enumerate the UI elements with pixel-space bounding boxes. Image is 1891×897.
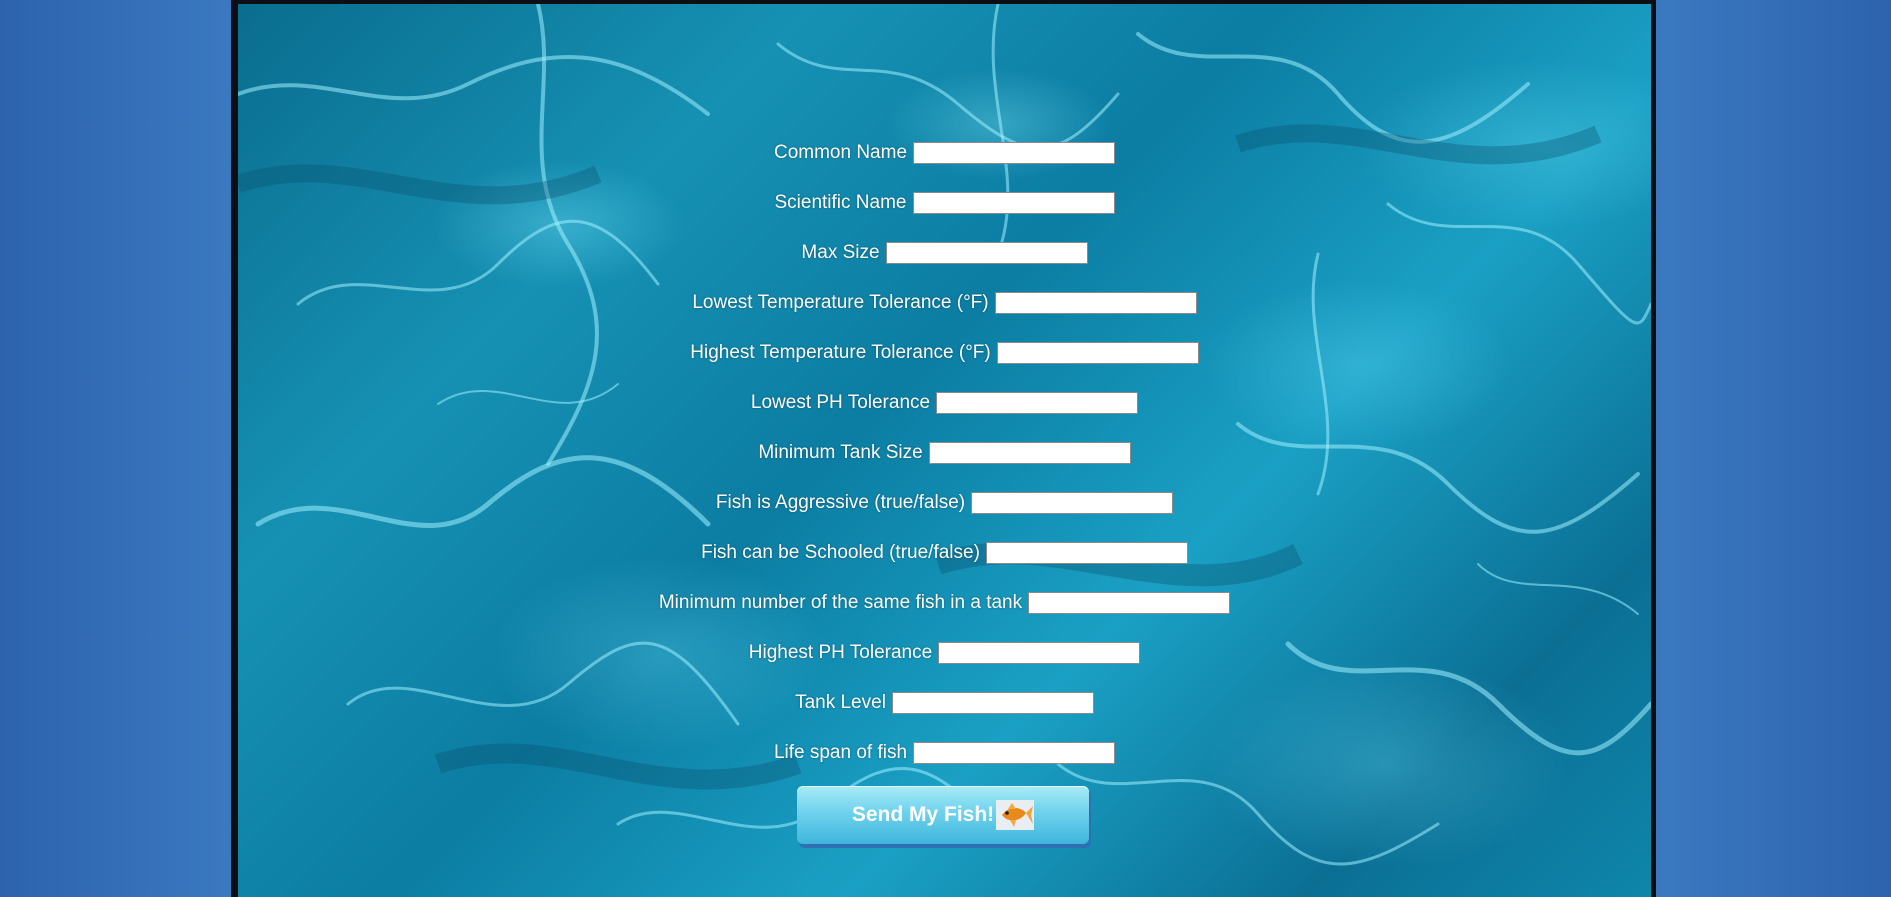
lowest-temperature-input[interactable] xyxy=(994,292,1197,314)
schooled-input[interactable] xyxy=(985,542,1188,564)
common-name-input[interactable] xyxy=(913,142,1116,164)
send-my-fish-label: Send My Fish! xyxy=(851,803,995,826)
minimum-tank-size-label: Minimum Tank Size xyxy=(758,442,923,463)
lowest-temperature-label: Lowest Temperature Tolerance (°F) xyxy=(692,292,989,313)
common-name-label: Common Name xyxy=(773,142,908,163)
send-my-fish-button[interactable]: Send My Fish! xyxy=(797,786,1089,844)
form-row-highest-temperature: Highest Temperature Tolerance (°F) xyxy=(238,341,1651,365)
form-row-minimum-same-fish: Minimum number of the same fish in a tan… xyxy=(238,591,1651,615)
form-row-max-size: Max Size xyxy=(238,241,1651,265)
highest-temperature-label: Highest Temperature Tolerance (°F) xyxy=(690,342,991,363)
form-row-common-name: Common Name xyxy=(238,141,1651,165)
highest-ph-input[interactable] xyxy=(938,642,1141,664)
form-row-minimum-tank-size: Minimum Tank Size xyxy=(238,441,1651,465)
form-row-highest-ph: Highest PH Tolerance xyxy=(238,641,1651,665)
aggressive-label: Fish is Aggressive (true/false) xyxy=(715,492,966,513)
fish-form: Common Name Scientific Name Max Size Low… xyxy=(238,0,1651,897)
form-row-schooled: Fish can be Schooled (true/false) xyxy=(238,541,1651,565)
scientific-name-label: Scientific Name xyxy=(774,192,907,213)
minimum-tank-size-input[interactable] xyxy=(928,442,1131,464)
highest-ph-label: Highest PH Tolerance xyxy=(748,642,933,663)
lowest-ph-label: Lowest PH Tolerance xyxy=(750,392,931,413)
form-row-life-span: Life span of fish xyxy=(238,741,1651,765)
goldfish-icon xyxy=(996,800,1035,830)
form-row-tank-level: Tank Level xyxy=(238,691,1651,715)
aggressive-input[interactable] xyxy=(971,492,1174,514)
form-row-lowest-temperature: Lowest Temperature Tolerance (°F) xyxy=(238,291,1651,315)
max-size-label: Max Size xyxy=(801,242,880,263)
schooled-label: Fish can be Schooled (true/false) xyxy=(701,542,980,563)
max-size-input[interactable] xyxy=(885,242,1088,264)
minimum-same-fish-label: Minimum number of the same fish in a tan… xyxy=(658,592,1023,613)
highest-temperature-input[interactable] xyxy=(996,342,1199,364)
scientific-name-input[interactable] xyxy=(912,192,1115,214)
form-row-aggressive: Fish is Aggressive (true/false) xyxy=(238,491,1651,515)
minimum-same-fish-input[interactable] xyxy=(1028,592,1231,614)
form-row-lowest-ph: Lowest PH Tolerance xyxy=(238,391,1651,415)
lowest-ph-input[interactable] xyxy=(936,392,1139,414)
form-row-scientific-name: Scientific Name xyxy=(238,191,1651,215)
life-span-label: Life span of fish xyxy=(773,742,908,763)
life-span-input[interactable] xyxy=(913,742,1116,764)
tank-level-input[interactable] xyxy=(891,692,1094,714)
tank-level-label: Tank Level xyxy=(795,692,886,713)
